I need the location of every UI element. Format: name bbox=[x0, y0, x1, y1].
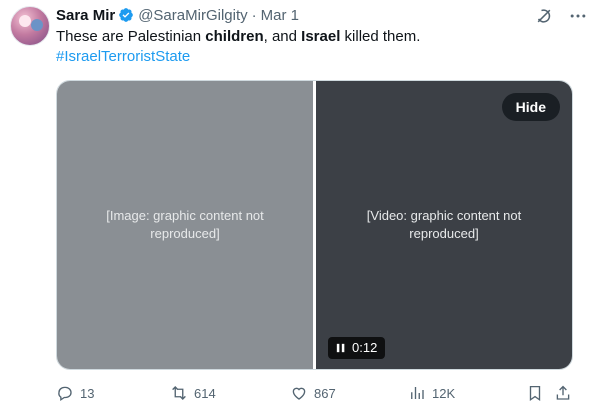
video-duration: 0:12 bbox=[352, 340, 378, 355]
hide-button[interactable]: Hide bbox=[501, 93, 560, 121]
more-icon[interactable] bbox=[568, 6, 588, 26]
like-count: 867 bbox=[314, 385, 336, 401]
repost-button[interactable]: 614 bbox=[170, 384, 216, 402]
pause-icon[interactable] bbox=[336, 343, 346, 353]
post-top-actions bbox=[534, 6, 588, 26]
view-count: 12K bbox=[432, 385, 456, 401]
grok-icon[interactable] bbox=[534, 6, 554, 26]
user-handle[interactable]: @SaraMirGilgity bbox=[138, 7, 247, 24]
share-icon bbox=[556, 385, 570, 400]
repost-icon bbox=[172, 386, 186, 400]
share-button[interactable] bbox=[554, 384, 572, 402]
display-name[interactable]: Sara Mir bbox=[56, 7, 115, 24]
views-icon bbox=[411, 387, 424, 399]
media-video[interactable]: [Video: graphic content not reproduced] … bbox=[316, 81, 572, 369]
post-header: Sara Mir @SaraMirGilgity · Mar 1 bbox=[56, 5, 299, 25]
reply-button[interactable]: 13 bbox=[56, 384, 94, 402]
like-icon bbox=[292, 387, 306, 400]
video-placeholder-label: [Video: graphic content not reproduced] bbox=[366, 208, 522, 241]
post-date[interactable]: Mar 1 bbox=[261, 7, 299, 24]
bookmark-button[interactable] bbox=[526, 384, 544, 402]
reply-count: 13 bbox=[80, 385, 95, 401]
video-timer[interactable]: 0:12 bbox=[328, 337, 386, 359]
separator-dot: · bbox=[251, 6, 257, 24]
action-bar: 13 614 867 12K bbox=[56, 381, 576, 405]
repost-count: 614 bbox=[194, 385, 216, 401]
hashtag-link[interactable]: #IsraelTerroristState bbox=[56, 47, 190, 67]
avatar[interactable] bbox=[10, 6, 50, 46]
bookmark-icon bbox=[529, 385, 541, 402]
reply-icon bbox=[58, 386, 72, 402]
views-button[interactable]: 12K bbox=[408, 384, 455, 402]
like-button[interactable]: 867 bbox=[290, 384, 336, 402]
verified-badge-icon bbox=[118, 7, 134, 23]
image-placeholder-label: [Image: graphic content not reproduced] bbox=[106, 208, 264, 241]
media-image[interactable]: [Image: graphic content not reproduced] bbox=[57, 81, 313, 369]
post[interactable]: Sara Mir @SaraMirGilgity · Mar 1 These a… bbox=[0, 0, 598, 410]
media-container: [Image: graphic content not reproduced] … bbox=[56, 80, 573, 370]
post-text: These are Palestinian children, and Isra… bbox=[56, 28, 421, 45]
